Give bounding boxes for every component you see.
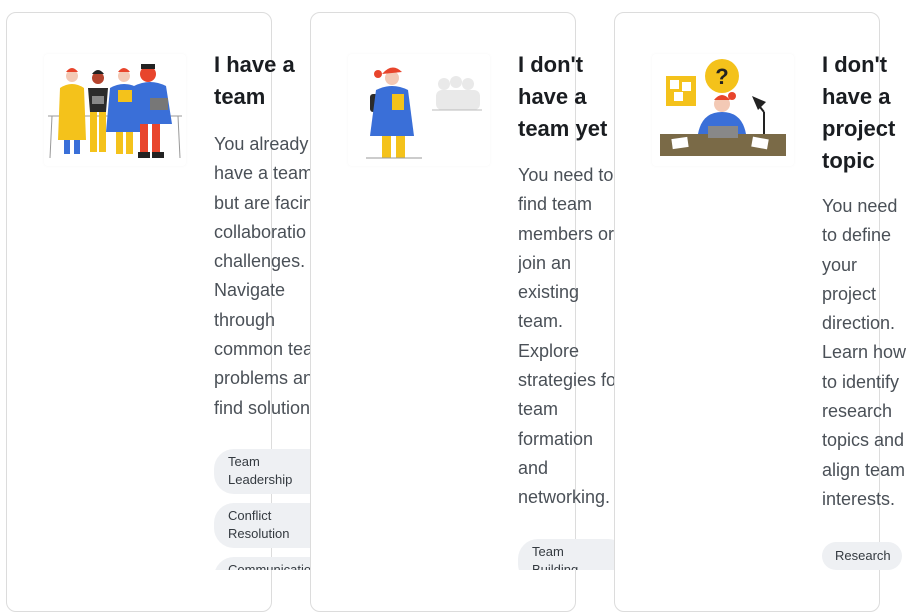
card-description: You need to define your project directio… (822, 196, 907, 509)
svg-text:?: ? (715, 64, 728, 89)
card-text-no-topic: I don't have a project topic (822, 49, 918, 177)
tag-research[interactable]: Research (822, 542, 902, 570)
card-title: I have a team (214, 52, 295, 109)
card-text-have-team: I have a team (214, 49, 310, 113)
tag-communication[interactable]: Communicatio (214, 557, 310, 570)
lone-person-illustration (348, 54, 490, 166)
tag-conflict-resolution[interactable]: Conflict Resolution (214, 503, 310, 548)
card-description: You need to find team members or join an… (518, 165, 614, 508)
tag-team-leadership[interactable]: Team Leadership (214, 449, 310, 494)
tag-team-building[interactable]: Team Building (518, 539, 614, 570)
card-title: I don't have a project topic (822, 52, 896, 173)
card-description: You already have a team but are facin co… (214, 134, 310, 418)
card-title: I don't have a team yet (518, 52, 608, 141)
team-group-illustration (44, 54, 186, 166)
thinking-desk-illustration: ? (652, 54, 794, 166)
card-text-no-team: I don't have a team yet (518, 49, 614, 145)
